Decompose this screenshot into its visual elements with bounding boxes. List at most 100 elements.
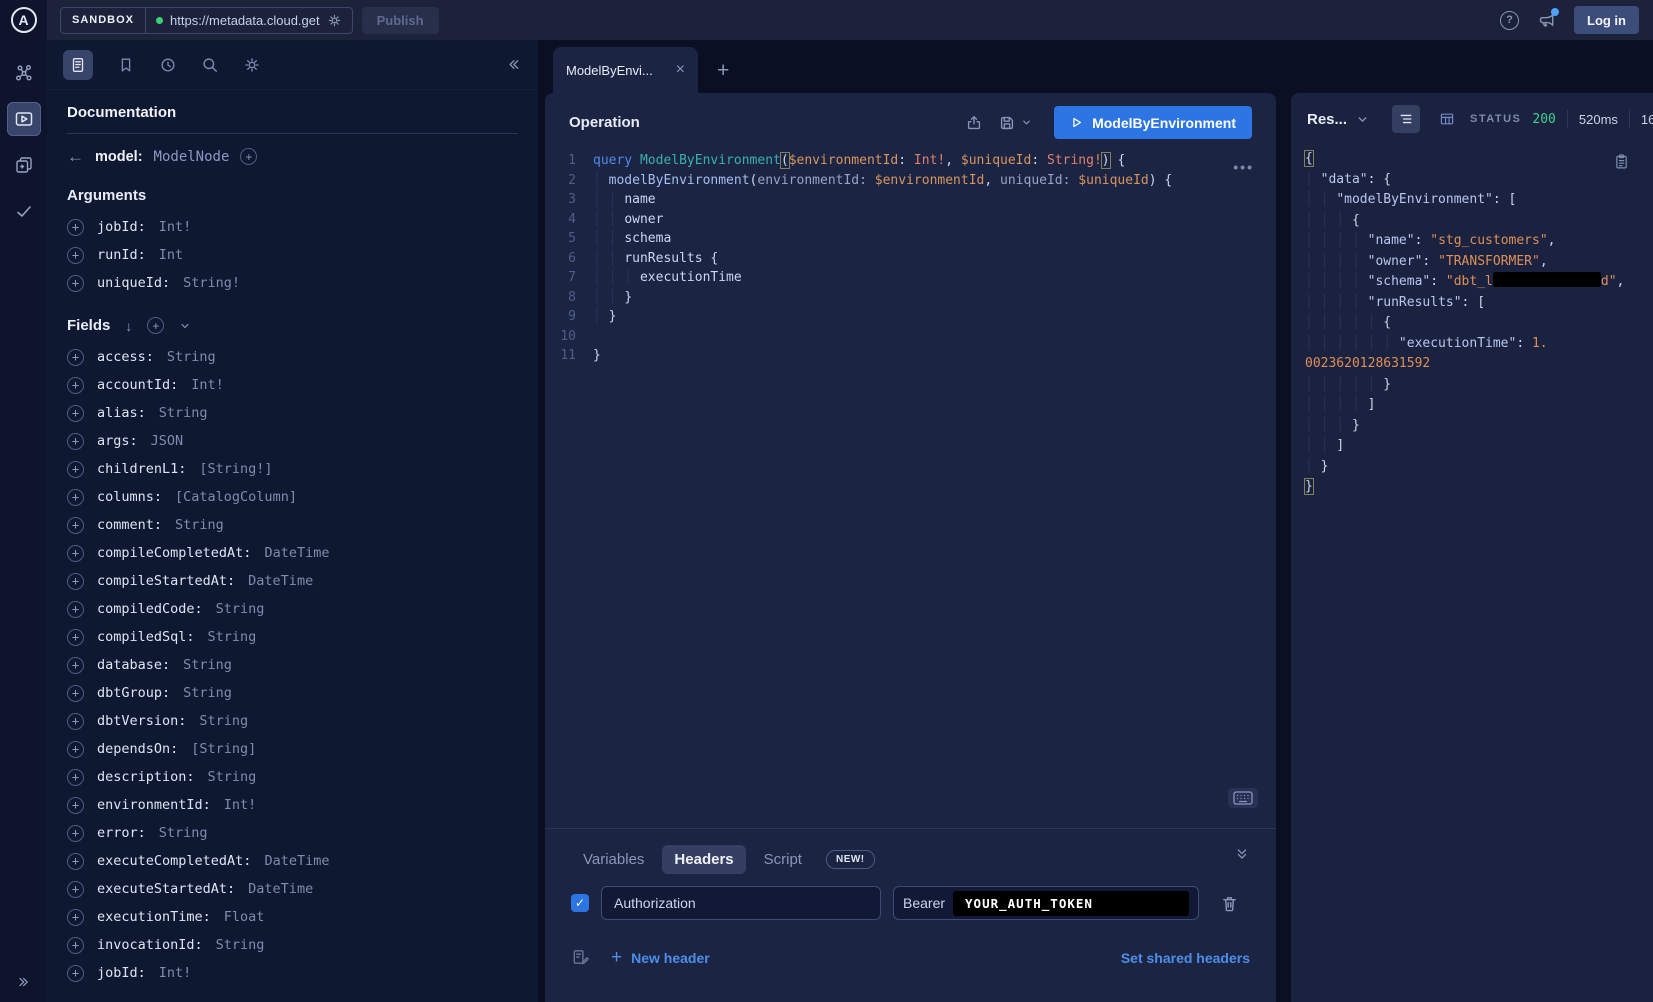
apollo-logo[interactable]: A [0,0,47,40]
settings-gear-icon[interactable] [243,56,261,74]
response-dropdown-chevron-icon[interactable] [1356,113,1369,126]
add-to-query-icon[interactable]: + [67,489,84,506]
list-view-toggle-icon[interactable] [1392,105,1420,133]
field-name[interactable]: executionTime: [97,909,211,925]
argument-item[interactable]: +uniqueId:String! [67,269,518,297]
code-line[interactable]: 11} [551,346,1276,366]
field-item[interactable]: +executionTime:Float [67,903,518,931]
add-to-query-icon[interactable]: + [67,349,84,366]
field-item[interactable]: +comment:String [67,511,518,539]
documentation-tab-icon[interactable] [63,50,93,80]
add-to-query-icon[interactable]: + [67,853,84,870]
add-to-query-icon[interactable]: + [67,377,84,394]
field-name[interactable]: database: [97,657,170,673]
code-line[interactable]: 8│ │ } [551,288,1276,308]
field-name[interactable]: compiledSql: [97,629,195,645]
field-name[interactable]: alias: [97,405,146,421]
code-line[interactable]: 1query ModelByEnvironment($environmentId… [551,151,1276,171]
field-item[interactable]: +description:String [67,763,518,791]
field-item[interactable]: +jobId:Int! [67,959,518,987]
add-to-query-icon[interactable]: + [67,741,84,758]
field-item[interactable]: +executeCompletedAt:DateTime [67,847,518,875]
field-name[interactable]: args: [97,433,138,449]
field-name[interactable]: compiledCode: [97,601,203,617]
expand-rail-icon[interactable] [16,974,32,990]
field-name[interactable]: dependsOn: [97,741,178,757]
field-name[interactable]: columns: [97,489,162,505]
field-name[interactable]: dbtGroup: [97,685,170,701]
collections-nav-icon[interactable] [7,148,41,182]
save-operation-icon[interactable] [998,114,1016,132]
add-to-query-icon[interactable]: + [67,881,84,898]
collapse-panel-icon[interactable] [505,56,522,73]
add-to-query-icon[interactable]: + [67,965,84,982]
field-item[interactable]: +alias:String [67,399,518,427]
query-editor[interactable]: 1query ModelByEnvironment($environmentId… [545,151,1276,366]
add-type-icon[interactable]: + [240,148,257,165]
code-line[interactable]: 6│ │ runResults { [551,249,1276,269]
field-item[interactable]: +compileStartedAt:DateTime [67,567,518,595]
add-to-query-icon[interactable]: + [67,219,84,236]
add-to-query-icon[interactable]: + [67,797,84,814]
add-to-query-icon[interactable]: + [67,601,84,618]
environment-variables-icon[interactable] [571,948,590,967]
field-item[interactable]: +error:String [67,819,518,847]
field-item[interactable]: +environmentId:Int! [67,791,518,819]
add-to-query-icon[interactable]: + [67,909,84,926]
add-to-query-icon[interactable]: + [67,461,84,478]
field-name[interactable]: dbtVersion: [97,713,186,729]
connection-settings-icon[interactable] [327,13,342,28]
field-name[interactable]: error: [97,825,146,841]
add-to-query-icon[interactable]: + [67,685,84,702]
field-item[interactable]: +args:JSON [67,427,518,455]
tab-modelbyenvironment[interactable]: ModelByEnvi... × [553,47,698,93]
field-name[interactable]: comment: [97,517,162,533]
header-enabled-checkbox[interactable]: ✓ [571,894,589,912]
new-header-button[interactable]: + New header [611,948,710,967]
delete-header-icon[interactable] [1220,894,1239,913]
add-to-query-icon[interactable]: + [67,517,84,534]
field-name[interactable]: uniqueId: [97,275,170,291]
field-item[interactable]: +access:String [67,343,518,371]
response-title[interactable]: Res... [1307,111,1347,128]
share-operation-icon[interactable] [965,114,983,132]
field-item[interactable]: +compiledCode:String [67,595,518,623]
editor-overflow-menu-icon[interactable]: ••• [1233,159,1254,175]
run-operation-button[interactable]: ModelByEnvironment [1054,106,1252,139]
endpoint-url-input[interactable]: https://metadata.cloud.get [170,13,320,28]
field-item[interactable]: +executeStartedAt:DateTime [67,875,518,903]
header-key-input[interactable]: Authorization [601,886,881,920]
login-button[interactable]: Log in [1574,6,1639,34]
code-line[interactable]: 7│ │ │ executionTime [551,268,1276,288]
set-shared-headers-link[interactable]: Set shared headers [1121,950,1250,966]
code-line[interactable]: 4│ │ owner [551,210,1276,230]
fields-chevron-icon[interactable] [179,320,191,332]
field-name[interactable]: runId: [97,247,146,263]
copy-response-icon[interactable] [1613,153,1630,170]
add-to-query-icon[interactable]: + [67,545,84,562]
announcements-icon[interactable] [1537,11,1556,30]
field-item[interactable]: +childrenL1:[String!] [67,455,518,483]
add-to-query-icon[interactable]: + [67,405,84,422]
field-name[interactable]: compileStartedAt: [97,573,235,589]
add-to-query-icon[interactable]: + [67,825,84,842]
add-to-query-icon[interactable]: + [67,573,84,590]
save-dropdown-chevron-icon[interactable] [1021,117,1032,128]
field-name[interactable]: jobId: [97,965,146,981]
code-line[interactable]: 3│ │ name [551,190,1276,210]
add-to-query-icon[interactable]: + [67,657,84,674]
field-name[interactable]: environmentId: [97,797,211,813]
argument-item[interactable]: +runId:Int [67,241,518,269]
auth-token-value[interactable]: YOUR_AUTH_TOKEN [953,891,1189,916]
sort-fields-icon[interactable]: ↓ [125,318,132,334]
model-type[interactable]: ModelNode [154,149,230,165]
field-item[interactable]: +dbtGroup:String [67,679,518,707]
schema-graph-nav-icon[interactable] [7,56,41,90]
bookmarks-icon[interactable] [117,56,135,74]
table-view-toggle-icon[interactable] [1433,105,1461,133]
add-to-query-icon[interactable]: + [67,247,84,264]
history-icon[interactable] [159,56,177,74]
search-icon[interactable] [201,56,219,74]
new-tab-icon[interactable]: + [717,60,729,81]
help-icon[interactable]: ? [1500,11,1519,30]
